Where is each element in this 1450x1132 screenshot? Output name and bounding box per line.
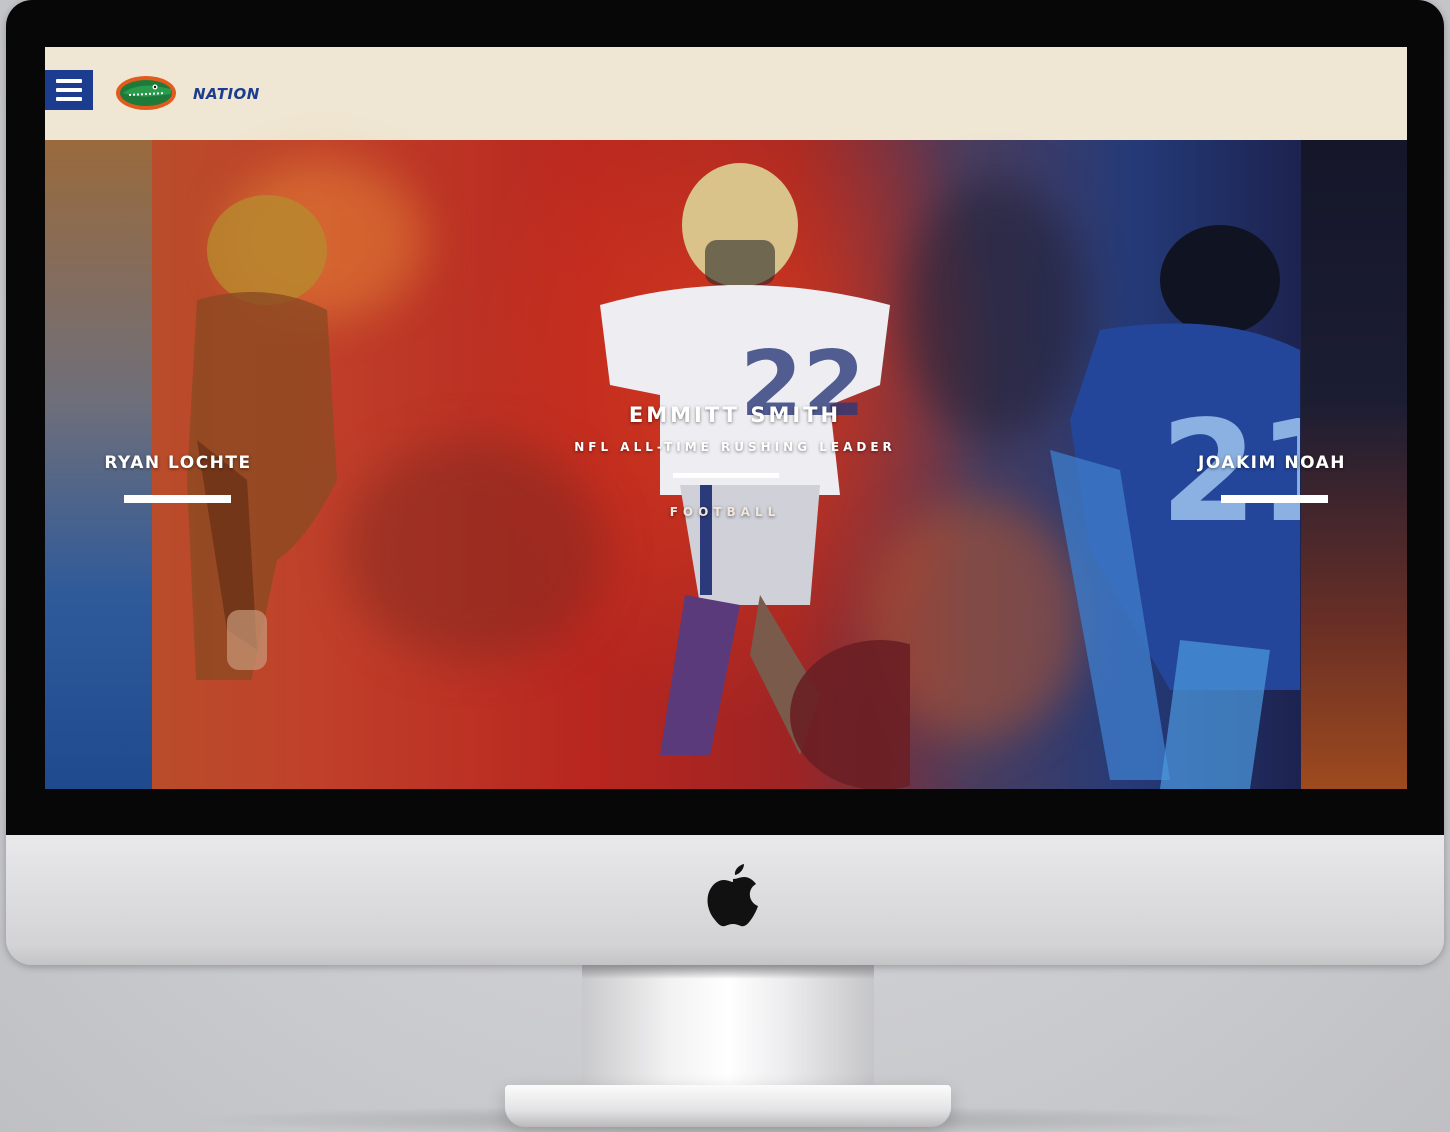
monitor-stand	[582, 965, 874, 1085]
brand-name[interactable]: NATION	[193, 85, 260, 103]
athlete-underline-left	[124, 495, 231, 503]
hamburger-menu-icon[interactable]	[45, 70, 93, 110]
athlete-name-left[interactable]: RYAN LOCHTE	[93, 453, 263, 473]
crowd-blur	[345, 440, 605, 660]
stand-shadow	[582, 965, 874, 979]
gator-logo-icon[interactable]	[115, 74, 177, 112]
athlete-underline-right	[1221, 495, 1328, 503]
screen: NATION 21	[45, 47, 1407, 789]
site-header: NATION	[45, 47, 1407, 140]
athlete-image-right[interactable]: 21	[1030, 220, 1300, 789]
apple-logo-icon	[707, 864, 758, 927]
athlete-carousel: 21 22 RYAN LOCHTE EMMITT SMITH NFL ALL-T…	[45, 140, 1407, 789]
monitor-base	[505, 1085, 951, 1127]
athlete-image-center[interactable]: 22	[590, 155, 910, 789]
mockup-stage: NATION 21	[0, 0, 1450, 1132]
athlete-image-left[interactable]	[157, 180, 357, 680]
athlete-sport-center: FOOTBALL	[669, 505, 781, 519]
athlete-underline-center	[673, 473, 779, 478]
athlete-name-center[interactable]: EMMITT SMITH	[565, 403, 905, 427]
athlete-name-right[interactable]: JOAKIM NOAH	[1187, 453, 1357, 473]
athlete-subtitle-center: NFL ALL-TIME RUSHING LEADER	[574, 440, 896, 454]
